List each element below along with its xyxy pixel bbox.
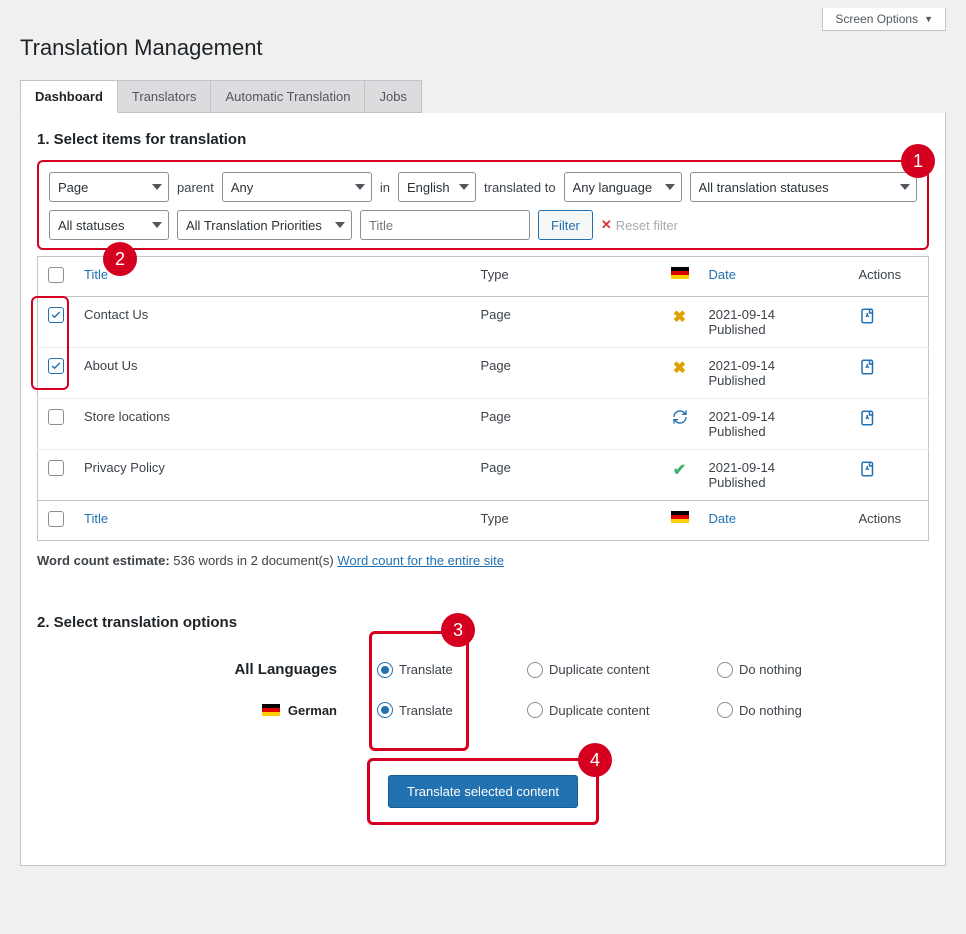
callout-4-frame: 4 Translate selected content [367,758,599,825]
callout-1: 1 [901,144,935,178]
row-checkbox[interactable] [48,307,64,323]
col-actions: Actions [849,257,929,297]
row-type: Page [471,399,661,450]
translate-action-icon[interactable] [859,409,877,427]
publish-status-select[interactable]: All statuses [49,210,169,240]
word-count-link[interactable]: Word count for the entire site [337,553,504,568]
status-not-translated-icon: ✖ [673,360,686,377]
screen-options-button[interactable]: Screen Options ▼ [822,8,946,31]
priority-select[interactable]: All Translation Priorities [177,210,352,240]
german-translate-radio[interactable]: Translate [377,702,517,718]
translation-options: 3 All Languages Translate Duplicate cont… [21,643,945,730]
row-date: 2021-09-14Published [699,348,849,399]
tab-translators[interactable]: Translators [118,80,212,113]
source-language-select[interactable]: English [398,172,476,202]
select-all-checkbox-footer[interactable] [48,511,64,527]
parent-select[interactable]: Any [222,172,372,202]
translated-to-label: translated to [484,180,556,195]
german-duplicate-radio[interactable]: Duplicate content [527,702,707,718]
tab-automatic-translation[interactable]: Automatic Translation [211,80,365,113]
col-title-footer[interactable]: Title [74,501,471,541]
items-table: Title Type Date Actions Contact UsPage✖2… [37,256,929,541]
table-row: Privacy PolicyPage ✔ 2021-09-14Published [38,450,929,501]
title-filter-input[interactable] [360,210,530,240]
col-type-footer: Type [471,501,661,541]
row-type: Page [471,348,661,399]
row-date: 2021-09-14Published [699,450,849,501]
lang-all-label: All Languages [37,661,367,678]
parent-label: parent [177,180,214,195]
all-translate-radio[interactable]: Translate [377,662,517,678]
row-checkbox[interactable] [48,460,64,476]
german-flag-icon [671,267,689,279]
section-1-heading: 1. Select items for translation [21,131,945,160]
row-title: About Us [74,348,471,399]
tab-dashboard[interactable]: Dashboard [20,80,118,113]
tab-jobs[interactable]: Jobs [365,80,421,113]
row-date: 2021-09-14Published [699,297,849,348]
translate-action-icon[interactable] [859,307,877,325]
reset-filter-label: Reset filter [616,218,678,233]
row-type: Page [471,297,661,348]
tabs: Dashboard Translators Automatic Translat… [20,80,946,113]
translate-action-icon[interactable] [859,460,877,478]
callout-4: 4 [578,743,612,777]
section-2-heading: 2. Select translation options [21,568,945,643]
chevron-down-icon: ▼ [924,14,933,24]
word-count-label: Word count estimate: [37,553,170,568]
select-all-checkbox[interactable] [48,267,64,283]
row-type: Page [471,450,661,501]
table-row: About UsPage ✖ 2021-09-14Published [38,348,929,399]
row-title: Store locations [74,399,471,450]
status-complete-icon: ✔ [673,462,686,479]
german-flag-icon [262,704,280,716]
filter-box: 1 Page parent Any in English translated … [37,160,929,250]
callout-2: 2 [103,242,137,276]
word-count-text: 536 words in 2 document(s) [173,553,333,568]
table-row: Contact UsPage ✖ 2021-09-14Published [38,297,929,348]
col-date[interactable]: Date [699,257,849,297]
translation-status-select[interactable]: All translation statuses [690,172,917,202]
callout-3: 3 [441,613,475,647]
filter-button[interactable]: Filter [538,210,593,240]
page-title: Translation Management [20,35,946,61]
row-checkbox[interactable] [48,409,64,425]
row-date: 2021-09-14Published [699,399,849,450]
in-label: in [380,180,390,195]
screen-options-label: Screen Options [835,12,918,26]
row-title: Contact Us [74,297,471,348]
status-needs-update-icon [672,409,688,425]
close-icon: ✕ [601,217,612,233]
lang-german-label: German [37,703,367,718]
col-date-footer[interactable]: Date [699,501,849,541]
row-checkbox[interactable] [48,358,64,374]
reset-filter-link[interactable]: ✕ Reset filter [601,217,678,233]
word-count: Word count estimate: 536 words in 2 docu… [21,541,945,568]
col-actions-footer: Actions [849,501,929,541]
translate-selected-button[interactable]: Translate selected content [388,775,578,808]
row-title: Privacy Policy [74,450,471,501]
translate-action-icon[interactable] [859,358,877,376]
table-row: Store locationsPage 2021-09-14Published [38,399,929,450]
post-type-select[interactable]: Page [49,172,169,202]
status-not-translated-icon: ✖ [673,309,686,326]
german-flag-icon [671,511,689,523]
col-type: Type [471,257,661,297]
translated-to-select[interactable]: Any language [564,172,682,202]
all-duplicate-radio[interactable]: Duplicate content [527,662,707,678]
all-nothing-radio[interactable]: Do nothing [717,662,877,678]
german-nothing-radio[interactable]: Do nothing [717,702,877,718]
